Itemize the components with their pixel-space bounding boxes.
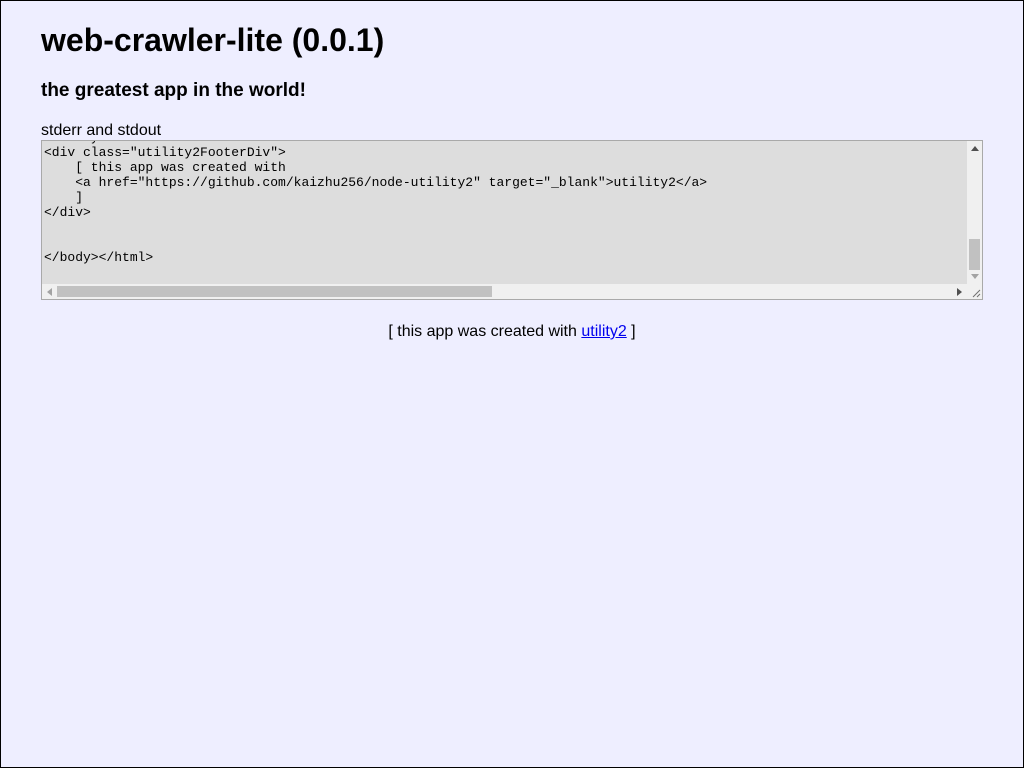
scroll-left-arrow-icon[interactable] — [47, 288, 52, 296]
scroll-down-arrow-icon[interactable] — [971, 274, 979, 279]
horizontal-scrollbar[interactable] — [42, 284, 967, 299]
output-text[interactable]: utility2-comment --> <div class="utility… — [44, 141, 707, 265]
utility2-link[interactable]: utility2 — [581, 323, 626, 340]
output-textarea[interactable]: utility2-comment --> <div class="utility… — [41, 140, 983, 300]
footer-prefix: [ this app was created with — [388, 323, 577, 340]
footer-suffix: ] — [631, 323, 636, 340]
scroll-up-arrow-icon[interactable] — [971, 146, 979, 151]
horizontal-scroll-thumb[interactable] — [57, 286, 492, 297]
page-subtitle: the greatest app in the world! — [41, 80, 306, 101]
vertical-scroll-thumb[interactable] — [969, 239, 980, 270]
footer: [ this app was created with utility2 ] — [0, 322, 1024, 341]
page-frame — [0, 0, 1024, 768]
resize-handle-icon[interactable] — [967, 284, 982, 299]
output-label: stderr and stdout — [41, 122, 162, 139]
vertical-scrollbar[interactable] — [967, 141, 982, 284]
page-title: web-crawler-lite (0.0.1) — [41, 22, 385, 58]
scroll-right-arrow-icon[interactable] — [957, 288, 962, 296]
